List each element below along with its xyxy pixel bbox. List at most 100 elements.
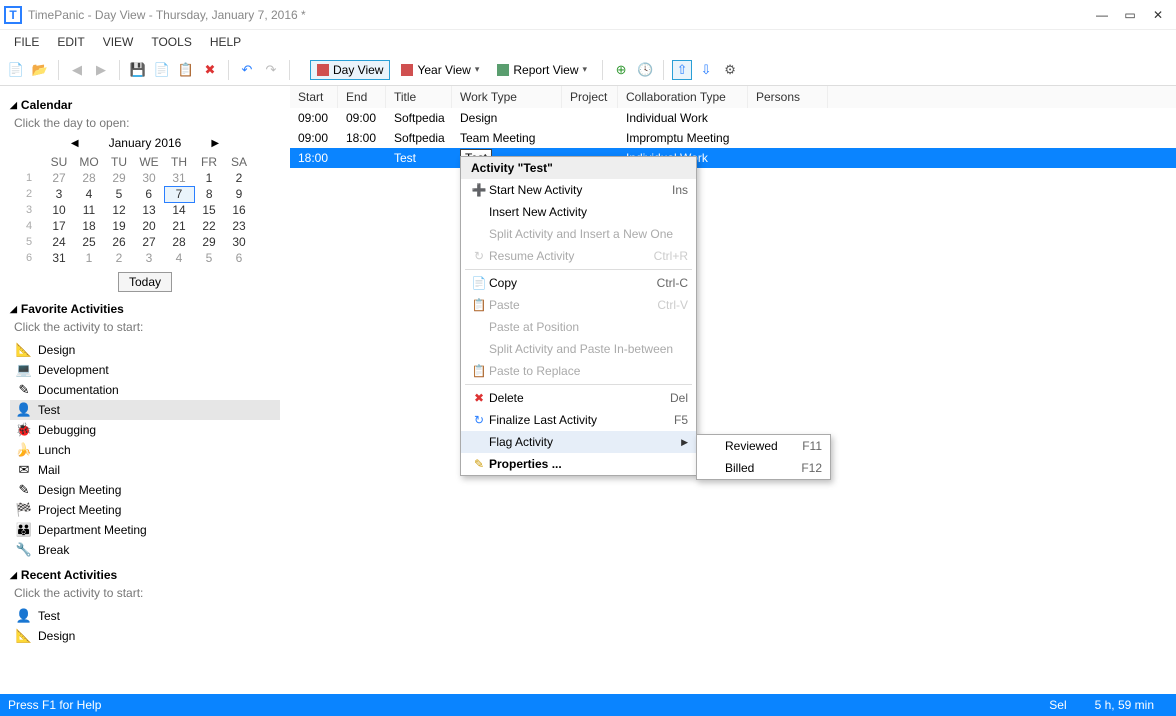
cell-end[interactable]	[338, 148, 386, 168]
activity-item[interactable]: 🍌Lunch	[10, 440, 280, 460]
cal-day[interactable]: 3	[134, 250, 164, 266]
cal-day[interactable]: 27	[134, 234, 164, 250]
cell-persons[interactable]	[748, 108, 828, 128]
paste-icon[interactable]: 📋	[176, 60, 196, 80]
cal-day[interactable]: 5	[194, 250, 224, 266]
cal-day[interactable]: 9	[224, 186, 254, 202]
cal-day[interactable]: 11	[74, 202, 104, 218]
cell-end[interactable]: 09:00	[338, 108, 386, 128]
menu-tools[interactable]: TOOLS	[143, 34, 199, 50]
cell-start[interactable]: 18:00	[290, 148, 338, 168]
col-worktype[interactable]: Work Type	[452, 86, 562, 108]
favorites-section[interactable]: ◢Favorite Activities	[10, 302, 280, 316]
context-menu-item[interactable]: 📄CopyCtrl-C	[461, 272, 696, 294]
cell-start[interactable]: 09:00	[290, 108, 338, 128]
activity-item[interactable]: 🐞Debugging	[10, 420, 280, 440]
table-row[interactable]: 18:00TestTestIndividual Work	[290, 148, 1176, 168]
activity-item[interactable]: 🏁Project Meeting	[10, 500, 280, 520]
cal-day[interactable]: 1	[74, 250, 104, 266]
cell-title[interactable]: Softpedia	[386, 108, 452, 128]
context-menu-item[interactable]: ✖DeleteDel	[461, 387, 696, 409]
context-menu-item[interactable]: ✎Properties ...	[461, 453, 696, 475]
submenu-item[interactable]: ReviewedF11	[697, 435, 830, 457]
year-view-button[interactable]: Year View▾	[394, 60, 486, 80]
cal-day[interactable]: 13	[134, 202, 164, 218]
cal-day[interactable]: 27	[44, 170, 74, 186]
cal-day[interactable]: 7	[164, 186, 194, 202]
save-icon[interactable]: 💾	[128, 60, 148, 80]
cell-title[interactable]: Softpedia	[386, 128, 452, 148]
delete-icon[interactable]: ✖	[200, 60, 220, 80]
col-title[interactable]: Title	[386, 86, 452, 108]
cal-day[interactable]: 14	[164, 202, 194, 218]
cal-day[interactable]: 8	[194, 186, 224, 202]
undo-icon[interactable]: ↶	[237, 60, 257, 80]
up-icon[interactable]: ⇧	[672, 60, 692, 80]
new-icon[interactable]: 📄	[6, 60, 26, 80]
minimize-button[interactable]: —	[1088, 8, 1116, 22]
activity-item[interactable]: ✉Mail	[10, 460, 280, 480]
cell-end[interactable]: 18:00	[338, 128, 386, 148]
cal-day[interactable]: 17	[44, 218, 74, 234]
col-collab[interactable]: Collaboration Type	[618, 86, 748, 108]
context-menu-item[interactable]: Insert New Activity	[461, 201, 696, 223]
cal-day[interactable]: 1	[194, 170, 224, 186]
cal-prev-icon[interactable]: ◀	[71, 138, 79, 149]
cal-day[interactable]: 15	[194, 202, 224, 218]
cal-day[interactable]: 23	[224, 218, 254, 234]
cell-persons[interactable]	[748, 128, 828, 148]
cell-collab[interactable]: Impromptu Meeting	[618, 128, 748, 148]
activity-item[interactable]: ✎Design Meeting	[10, 480, 280, 500]
calendar-section[interactable]: ◢Calendar	[10, 98, 280, 112]
menu-file[interactable]: FILE	[6, 34, 47, 50]
col-start[interactable]: Start	[290, 86, 338, 108]
cell-collab[interactable]: Individual Work	[618, 108, 748, 128]
today-button[interactable]: Today	[118, 272, 172, 292]
table-row[interactable]: 09:0018:00SoftpediaTeam Meeting Impromptu…	[290, 128, 1176, 148]
cal-day[interactable]: 31	[164, 170, 194, 186]
context-menu-item[interactable]: ↻Finalize Last ActivityF5	[461, 409, 696, 431]
down-icon[interactable]: ⇩	[696, 60, 716, 80]
cell-start[interactable]: 09:00	[290, 128, 338, 148]
cal-day[interactable]: 10	[44, 202, 74, 218]
day-view-button[interactable]: Day View	[310, 60, 390, 80]
cal-day[interactable]: 29	[104, 170, 134, 186]
cell-title[interactable]: Test	[386, 148, 452, 168]
cal-day[interactable]: 12	[104, 202, 134, 218]
cal-day[interactable]: 28	[74, 170, 104, 186]
open-icon[interactable]: 📂	[30, 60, 50, 80]
recent-section[interactable]: ◢Recent Activities	[10, 568, 280, 582]
cal-day[interactable]: 18	[74, 218, 104, 234]
cal-day[interactable]: 6	[134, 186, 164, 202]
cal-day[interactable]: 22	[194, 218, 224, 234]
cal-day[interactable]: 20	[134, 218, 164, 234]
activity-item[interactable]: 📐Design	[10, 626, 280, 646]
link-icon[interactable]: ⚙	[720, 60, 740, 80]
col-end[interactable]: End	[338, 86, 386, 108]
cal-day[interactable]: 2	[224, 170, 254, 186]
activity-item[interactable]: 📐Design	[10, 340, 280, 360]
cal-day[interactable]: 4	[164, 250, 194, 266]
add-activity-icon[interactable]: ⊕	[611, 60, 631, 80]
cal-day[interactable]: 5	[104, 186, 134, 202]
menu-view[interactable]: VIEW	[95, 34, 142, 50]
menu-help[interactable]: HELP	[202, 34, 249, 50]
cal-day[interactable]: 29	[194, 234, 224, 250]
context-menu-item[interactable]: Flag Activity▶	[461, 431, 696, 453]
cell-worktype[interactable]: Design	[452, 108, 562, 128]
cal-day[interactable]: 3	[44, 186, 74, 202]
activity-item[interactable]: ✎Documentation	[10, 380, 280, 400]
maximize-button[interactable]: ▭	[1116, 8, 1144, 22]
table-row[interactable]: 09:0009:00SoftpediaDesignIndividual Work	[290, 108, 1176, 128]
cal-day[interactable]: 6	[224, 250, 254, 266]
close-button[interactable]: ✕	[1144, 8, 1172, 22]
cell-worktype[interactable]: Team Meeting	[452, 128, 562, 148]
cell-project[interactable]	[562, 128, 618, 148]
cal-day[interactable]: 26	[104, 234, 134, 250]
cal-day[interactable]: 4	[74, 186, 104, 202]
cal-day[interactable]: 2	[104, 250, 134, 266]
menu-edit[interactable]: EDIT	[49, 34, 92, 50]
clock-icon[interactable]: 🕓	[635, 60, 655, 80]
cal-day[interactable]: 30	[134, 170, 164, 186]
cal-day[interactable]: 30	[224, 234, 254, 250]
